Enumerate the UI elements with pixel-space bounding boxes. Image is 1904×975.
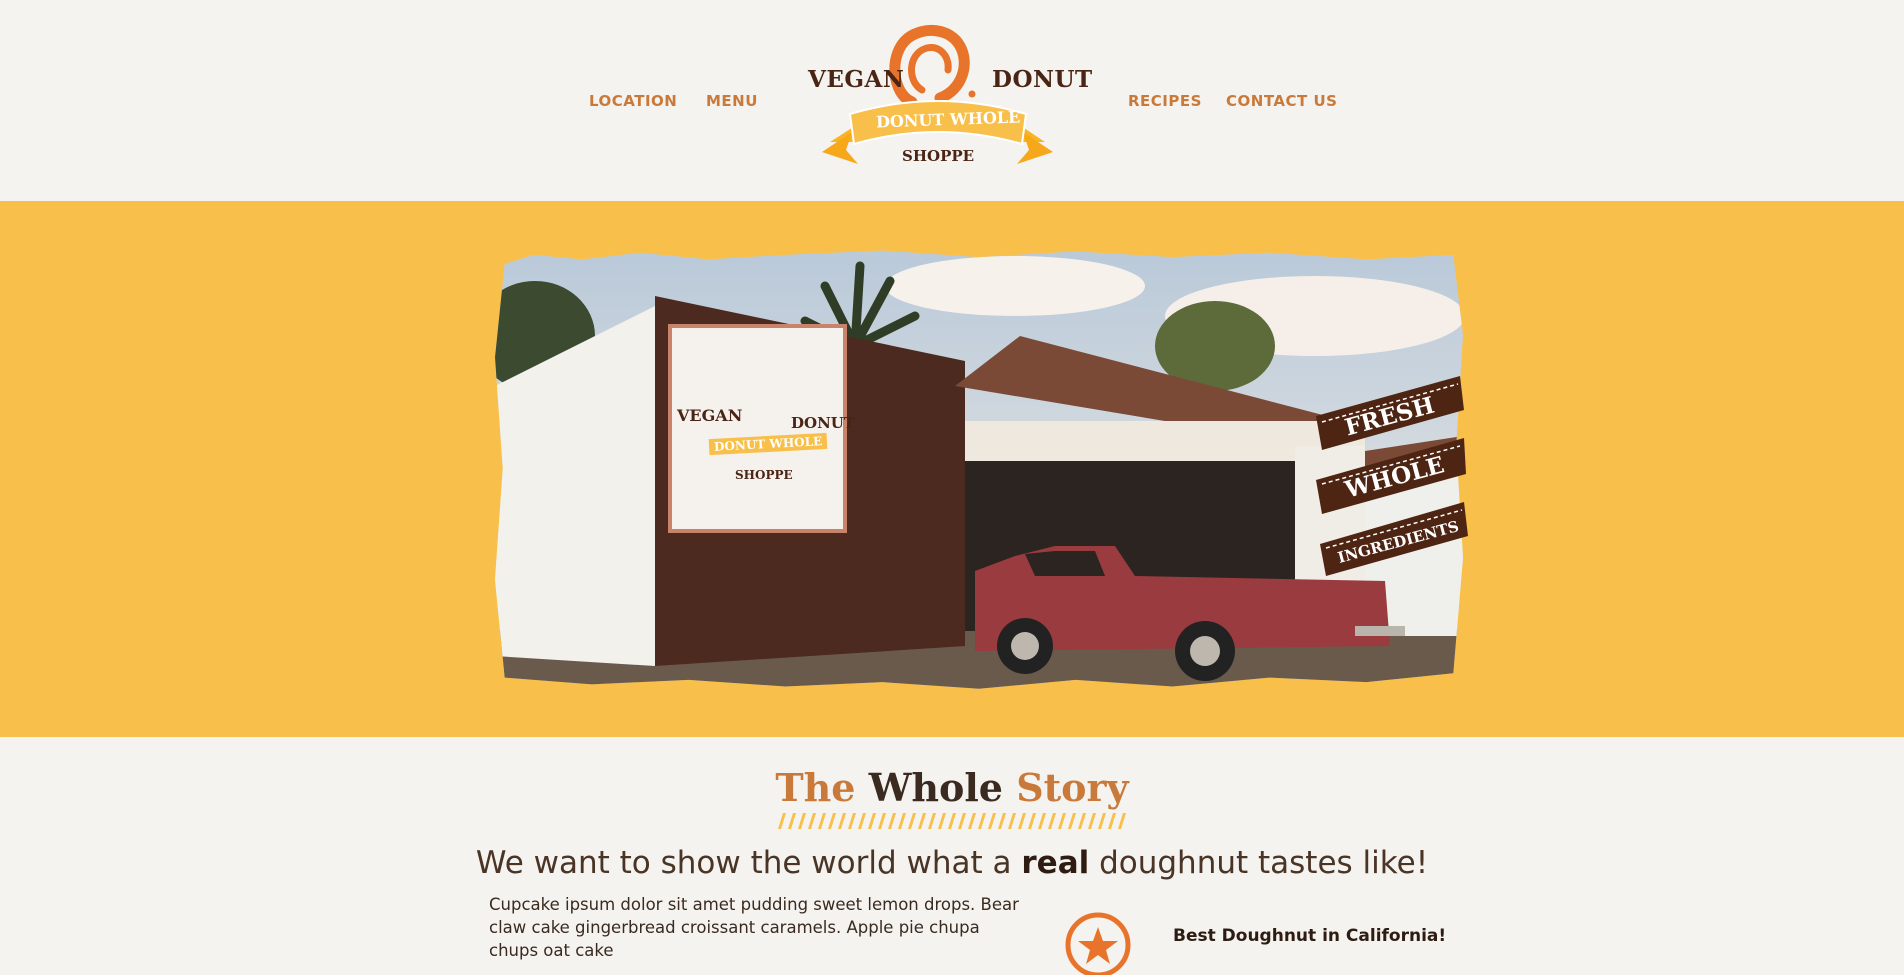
star-badge-icon xyxy=(1065,912,1131,975)
site-logo[interactable]: VEGAN DONUT DONUT WHOLE SHOPPE xyxy=(800,24,1092,174)
story-body: Cupcake ipsum dolor sit amet pudding swe… xyxy=(489,895,1019,960)
sign-word-vegan: VEGAN xyxy=(677,406,743,425)
story-tagline: We want to show the world what a real do… xyxy=(0,845,1904,881)
logo-shoppe-text: SHOPPE xyxy=(902,147,975,165)
story-heading-story: Story xyxy=(1016,765,1129,810)
award-text: Best Doughnut in California! xyxy=(1173,926,1447,946)
nav-location-link[interactable]: LOCATION xyxy=(589,92,677,110)
tagline-pre: We want to show the world what a xyxy=(475,845,1022,881)
hero-band: VEGAN DONUT DONUT WHOLE SHOPPE FRESH WHO… xyxy=(0,201,1904,737)
story-heading-the: The xyxy=(775,765,856,810)
story-heading-whole: Whole xyxy=(868,765,1003,810)
sign-shoppe-text: SHOPPE xyxy=(735,468,793,482)
fresh-ingredients-ribbon: FRESH WHOLE INGREDIENTS xyxy=(1316,376,1468,576)
heading-underline-stripe xyxy=(776,813,1128,829)
tagline-post: doughnut tastes like! xyxy=(1089,845,1429,881)
story-heading: The Whole Story xyxy=(0,765,1904,810)
site-header: LOCATION MENU RECIPES CONTACT US VEGAN D… xyxy=(0,0,1904,200)
logo-word-donut: DONUT xyxy=(992,66,1093,93)
nav-contact-link[interactable]: CONTACT US xyxy=(1226,92,1337,110)
tagline-emphasis: real xyxy=(1021,845,1090,881)
sign-word-donut: DONUT xyxy=(791,414,856,432)
nav-recipes-link[interactable]: RECIPES xyxy=(1128,92,1202,110)
logo-word-vegan: VEGAN xyxy=(808,66,905,93)
nav-menu-link[interactable]: MENU xyxy=(706,92,758,110)
